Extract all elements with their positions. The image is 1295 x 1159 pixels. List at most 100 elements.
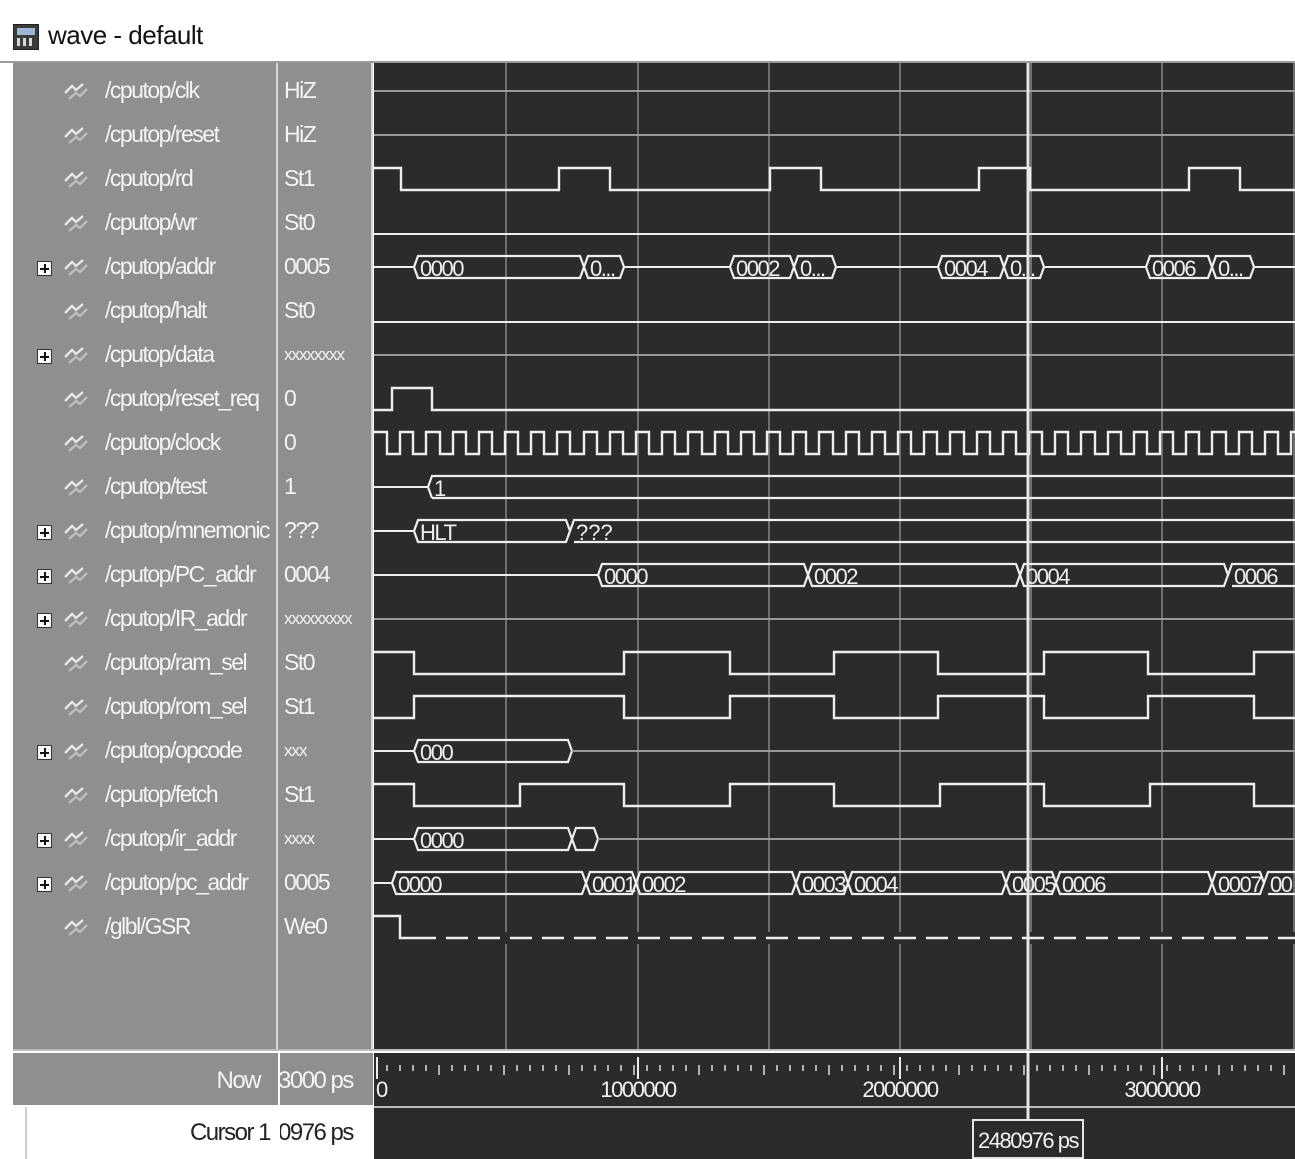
signal-value: St1 — [284, 165, 316, 191]
signal-value: xxxxxxxxx — [284, 609, 352, 628]
now-value-cell: 3000 ps — [280, 1053, 373, 1105]
wave-window-icon — [13, 24, 39, 50]
signal-name: /cputop/ram_sel — [105, 649, 248, 675]
signal-row-opcode[interactable]: /cputop/opcode — [13, 729, 276, 773]
trace-fetch — [374, 782, 1295, 808]
value-row-pc-addr: 0005 — [278, 861, 371, 905]
cursor-readout: 2480976 ps — [978, 1128, 1079, 1153]
expand-icon[interactable] — [37, 745, 52, 760]
expand-icon[interactable] — [37, 877, 52, 892]
signal-wave-icon — [64, 831, 88, 848]
expand-icon[interactable] — [37, 613, 52, 628]
signal-value: St0 — [284, 649, 316, 675]
signal-wave-icon — [64, 523, 88, 540]
signal-name: /cputop/reset_req — [105, 385, 260, 411]
value-row-opcode: xxx — [278, 729, 371, 773]
signal-row-fetch[interactable]: /cputop/fetch — [13, 773, 276, 817]
signal-name: /cputop/mnemonic — [105, 517, 270, 543]
value-row-rom-sel: St1 — [278, 685, 371, 729]
value-row-reset: HiZ — [278, 113, 371, 157]
signal-row-halt[interactable]: /cputop/halt — [13, 289, 276, 333]
signal-name: /cputop/halt — [105, 297, 207, 323]
signal-name: /cputop/rom_sel — [105, 693, 248, 719]
signal-row-clock[interactable]: /cputop/clock — [13, 421, 276, 465]
signal-row-reset-req[interactable]: /cputop/reset_req — [13, 377, 276, 421]
signal-row-addr[interactable]: /cputop/addr — [13, 245, 276, 289]
ruler-tick-label: 2000000 — [862, 1077, 938, 1102]
bus-value-label: 0002 — [642, 872, 686, 897]
signal-wave-icon — [64, 479, 88, 496]
signal-wave-icon — [64, 391, 88, 408]
signal-name: /cputop/ir_addr — [105, 825, 237, 851]
signal-row-pc-addr[interactable]: /cputop/pc_addr — [13, 861, 276, 905]
expand-icon[interactable] — [37, 833, 52, 848]
bus-value-label: 0... — [590, 256, 615, 281]
expand-icon[interactable] — [37, 525, 52, 540]
cursor-1-label-cell[interactable]: Cursor 1 — [25, 1107, 278, 1159]
trace-reset-req — [374, 386, 1295, 412]
signal-name-pane[interactable]: /cputop/clk/cputop/reset/cputop/rd/cputo… — [13, 63, 278, 1049]
value-row-wr: St0 — [278, 201, 371, 245]
waveform-pane[interactable]: 0000 0... 0002 0... 0004 0... 0006 0... 1 HLT??? 0… — [374, 63, 1295, 1049]
bus-value-label: 0005 — [1012, 872, 1056, 897]
signal-row-test[interactable]: /cputop/test — [13, 465, 276, 509]
time-ruler-canvas[interactable]: 0 1000000 2000000 3000000 2480976 ps — [374, 1053, 1295, 1159]
signal-row-gsr[interactable]: /glbl/GSR — [13, 905, 276, 949]
signal-row-pc-addr[interactable]: /cputop/PC_addr — [13, 553, 276, 597]
signal-wave-icon — [64, 743, 88, 760]
waveform-canvas[interactable]: 0000 0... 0002 0... 0004 0... 0006 0... 1 HLT ??? 0… — [374, 63, 1295, 1049]
signal-value: St1 — [284, 781, 316, 807]
signal-name: /cputop/opcode — [105, 737, 243, 763]
value-row-ir-addr: xxxxxxxxx — [278, 597, 371, 641]
value-row-ram-sel: St0 — [278, 641, 371, 685]
value-row-halt: St0 — [278, 289, 371, 333]
signal-row-mnemonic[interactable]: /cputop/mnemonic — [13, 509, 276, 553]
signal-name: /cputop/test — [105, 473, 207, 499]
expand-icon[interactable] — [37, 569, 52, 584]
signal-row-ir-addr[interactable]: /cputop/IR_addr — [13, 597, 276, 641]
signal-row-wr[interactable]: /cputop/wr — [13, 201, 276, 245]
trace-ram-sel — [374, 650, 1295, 676]
signal-wave-icon — [64, 215, 88, 232]
signal-row-reset[interactable]: /cputop/reset — [13, 113, 276, 157]
signal-value: 0005 — [284, 869, 331, 895]
signal-row-clk[interactable]: /cputop/clk — [13, 69, 276, 113]
signal-wave-icon — [64, 875, 88, 892]
signal-row-rd[interactable]: /cputop/rd — [13, 157, 276, 201]
signal-value: St1 — [284, 693, 316, 719]
signal-row-ram-sel[interactable]: /cputop/ram_sel — [13, 641, 276, 685]
value-row-mnemonic: ??? — [278, 509, 371, 553]
ruler-tick-label: 1000000 — [600, 1077, 676, 1102]
bus-value-label: 0... — [1218, 256, 1243, 281]
value-row-pc-addr: 0004 — [278, 553, 371, 597]
signal-value: 0004 — [284, 561, 331, 587]
title-bar: wave - default — [0, 0, 1295, 63]
signal-value: 0005 — [284, 253, 331, 279]
signal-value: HiZ — [284, 77, 317, 103]
bus-value-label: 1 — [434, 476, 446, 501]
value-row-clock: 0 — [278, 421, 371, 465]
signal-wave-icon — [64, 259, 88, 276]
expand-icon[interactable] — [37, 261, 52, 276]
signal-name: /glbl/GSR — [105, 913, 191, 939]
bus-value-label: 0004 — [1026, 564, 1070, 589]
bus-value-label: 0001 — [592, 872, 636, 897]
bus-value-label: 0000 — [420, 256, 464, 281]
signal-value: St0 — [284, 297, 316, 323]
bus-segment — [426, 474, 1295, 500]
signal-row-ir-addr[interactable]: /cputop/ir_addr — [13, 817, 276, 861]
trace-rom-sel — [374, 694, 1295, 720]
signal-row-data[interactable]: /cputop/data — [13, 333, 276, 377]
value-row-reset-req: 0 — [278, 377, 371, 421]
expand-icon[interactable] — [37, 349, 52, 364]
signal-value-pane[interactable]: HiZ HiZ St1 St0 0005 St0 xxxxxxxx 0 0 1??? 0004 xxx… — [278, 63, 373, 1049]
cursor-1-label[interactable]: Cursor 1 — [190, 1119, 272, 1147]
signal-value: 0 — [284, 429, 297, 455]
signal-row-rom-sel[interactable]: /cputop/rom_sel — [13, 685, 276, 729]
bus-value-label: ??? — [576, 520, 613, 545]
signal-value: 1 — [284, 473, 297, 499]
ruler-tick-label: 0 — [376, 1077, 388, 1102]
value-row-ir-addr: xxxx — [278, 817, 371, 861]
time-ruler[interactable]: 0 1000000 2000000 3000000 2480976 ps — [374, 1053, 1295, 1159]
now-value: 3000 ps — [280, 1067, 354, 1094]
